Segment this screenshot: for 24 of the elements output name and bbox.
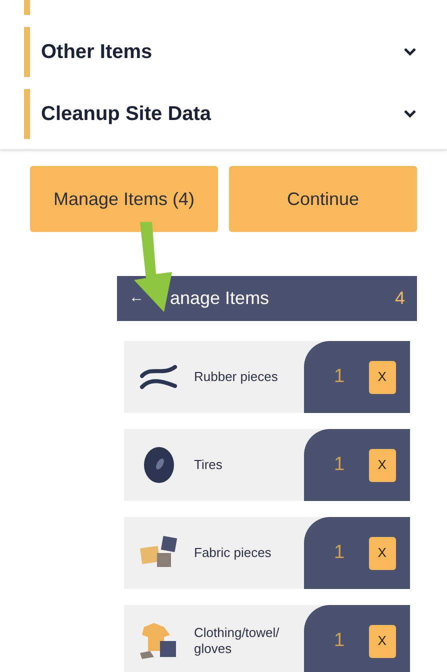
item-name: Rubber pieces — [194, 368, 279, 386]
screen-title: anage Items — [170, 287, 270, 310]
accent-bar — [24, 89, 30, 139]
remove-button[interactable]: X — [368, 536, 396, 570]
wavy-lines-icon — [139, 364, 179, 390]
remove-button[interactable]: X — [368, 624, 396, 658]
back-button[interactable]: ← — [129, 287, 144, 310]
action-button[interactable]: Continue — [229, 166, 417, 232]
chevron-down-icon[interactable] — [403, 47, 417, 57]
item-count: 4 — [394, 287, 405, 310]
item-name: Fabric pieces — [194, 544, 272, 562]
remove-button[interactable]: X — [368, 448, 396, 482]
chevron-down-icon[interactable] — [403, 109, 417, 119]
accent-bar — [24, 27, 30, 77]
item-name: Clothing/towel/ gloves — [194, 624, 280, 658]
section-title[interactable]: Other Items — [41, 37, 403, 67]
item-name: Tires — [194, 456, 224, 474]
quantity-value: 1 — [334, 628, 345, 653]
section-title[interactable]: Cleanup Site Data — [41, 99, 403, 129]
action-button[interactable]: Manage Items (4) — [30, 166, 218, 232]
remove-button[interactable]: X — [368, 360, 396, 394]
quantity-value: 1 — [334, 452, 345, 477]
quantity-value: 1 — [334, 540, 345, 565]
quantity-value: 1 — [334, 364, 345, 389]
